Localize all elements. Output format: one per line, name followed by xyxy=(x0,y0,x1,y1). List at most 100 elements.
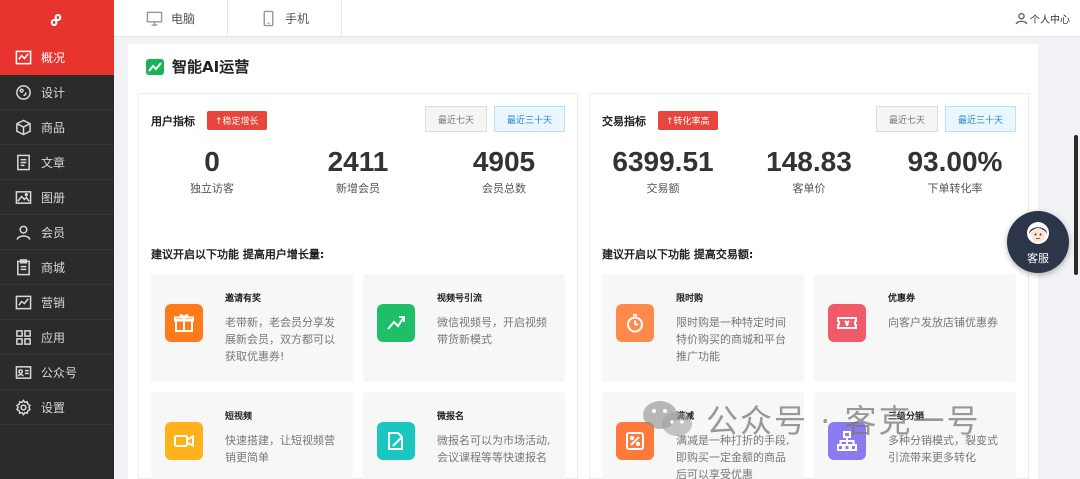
stat-label: 交易额 xyxy=(646,182,680,195)
stats-row: 6399.51 交易额 148.83 客单价 93.00% 下单转化率 xyxy=(590,146,1028,196)
feature-card-short-video[interactable]: 短视频 快速搭建，让短视频营销更简单 xyxy=(151,392,353,479)
panel-title: 交易指标 xyxy=(602,114,646,128)
tab-mobile[interactable]: 手机 xyxy=(228,0,343,37)
tab-desktop[interactable]: 电脑 xyxy=(114,0,229,37)
sidebar-item-label: 概况 xyxy=(41,50,66,65)
stat-new-members: 2411 新增会员 xyxy=(285,146,431,196)
feature-card-coupon[interactable]: 优惠券 向客户发放店铺优惠券 xyxy=(814,274,1016,382)
feature-desc: 老带新，老会员分享发展新会员，双方都可以获取优惠券! xyxy=(225,316,335,363)
gear-icon xyxy=(14,398,32,416)
feature-desc: 多种分销模式，裂变式引流带来更多转化 xyxy=(888,434,998,464)
sidebar-item-label: 会员 xyxy=(41,225,66,240)
feature-card-invite[interactable]: 邀请有奖 老带新，老会员分享发展新会员，双方都可以获取优惠券! xyxy=(151,274,353,382)
cube-icon xyxy=(14,118,32,136)
stat-conversion: 93.00% 下单转化率 xyxy=(882,146,1028,196)
feature-name: 满减 xyxy=(676,412,695,422)
phone-icon xyxy=(263,10,274,26)
document-icon xyxy=(14,153,32,171)
sidebar-item-label: 商城 xyxy=(41,260,66,275)
coupon-icon xyxy=(828,304,866,342)
sidebar-item-label: 图册 xyxy=(41,190,66,205)
clipboard-icon xyxy=(14,258,32,276)
main-content: 智能AI运营 用户指标 ↑稳定增长 最近七天 最近三十天 0 独立访客 2411… xyxy=(128,44,1038,479)
stat-label: 新增会员 xyxy=(335,182,380,195)
sidebar-item-album[interactable]: 图册 xyxy=(0,180,114,215)
stat-label: 独立访客 xyxy=(189,182,234,195)
stat-avg-order: 148.83 客单价 xyxy=(736,146,882,196)
stat-value: 93.00% xyxy=(907,146,1003,177)
sidebar-item-label: 应用 xyxy=(41,330,66,345)
trade-metrics-panel: 交易指标 ↑转化率高 最近七天 最近三十天 6399.51 交易额 148.83… xyxy=(589,93,1029,479)
feature-name: 微报名 xyxy=(437,412,465,422)
gift-icon xyxy=(165,304,203,342)
sidebar-item-design[interactable]: 设计 xyxy=(0,75,114,110)
sidebar-item-label: 商品 xyxy=(41,120,66,135)
sidebar-item-label: 营销 xyxy=(41,295,66,310)
sidebar-item-label: 设置 xyxy=(41,400,66,415)
feature-card-signup[interactable]: 微报名 微报名可以为市场活动,会议课程等等快速报名 xyxy=(363,392,565,479)
stat-value: 4905 xyxy=(472,146,536,177)
panel-header: 交易指标 ↑转化率高 xyxy=(602,111,718,130)
customer-service-avatar-icon xyxy=(1027,221,1049,244)
range-7days-button[interactable]: 最近七天 xyxy=(424,106,487,132)
user-center-label: 个人中心 xyxy=(1030,15,1070,26)
suggest-heading: 建议开启以下功能 提高交易额: xyxy=(602,248,754,261)
trend-icon xyxy=(14,293,32,311)
stat-visitors: 0 独立访客 xyxy=(139,146,285,196)
stat-label: 会员总数 xyxy=(481,182,526,195)
sidebar-item-apps[interactable]: 应用 xyxy=(0,320,114,355)
stopwatch-icon xyxy=(616,304,654,342)
range-30days-button[interactable]: 最近三十天 xyxy=(944,106,1016,132)
feature-desc: 微报名可以为市场活动,会议课程等等快速报名 xyxy=(437,434,551,464)
range-switch: 最近七天 最近三十天 xyxy=(875,106,1016,132)
stat-value: 6399.51 xyxy=(612,146,714,177)
sidebar-item-marketing[interactable]: 营销 xyxy=(0,285,114,320)
feature-card-flash-sale[interactable]: 限时购 限时购是一种特定时间特价购买的商城和平台推广功能 xyxy=(602,274,804,382)
sidebar-item-official-account[interactable]: 公众号 xyxy=(0,355,114,390)
feature-card-video-channel[interactable]: 视频号引流 微信视频号，开启视频带货新模式 xyxy=(363,274,565,382)
range-7days-button[interactable]: 最近七天 xyxy=(875,106,938,132)
customer-service-button[interactable]: 客服 xyxy=(1007,211,1069,273)
grid-icon xyxy=(14,328,32,346)
user-metrics-panel: 用户指标 ↑稳定增长 最近七天 最近三十天 0 独立访客 2411 新增会员 4… xyxy=(138,93,578,479)
user-center-link[interactable]: 个人中心 xyxy=(1015,11,1070,26)
stat-label: 客单价 xyxy=(792,182,826,195)
stat-turnover: 6399.51 交易额 xyxy=(590,146,736,196)
top-bar: 电脑 手机 个人中心 xyxy=(114,0,1080,37)
customer-service-label: 客服 xyxy=(1027,251,1049,265)
status-badge: ↑稳定增长 xyxy=(207,111,267,130)
page-title-text: 智能AI运营 xyxy=(172,58,250,76)
palette-icon xyxy=(14,83,32,101)
scrollbar-thumb[interactable] xyxy=(1074,135,1078,275)
feature-desc: 快速搭建，让短视频营销更简单 xyxy=(225,434,335,464)
stat-value: 148.83 xyxy=(766,146,852,177)
sidebar-item-overview[interactable]: 概况 xyxy=(0,40,114,75)
feature-name: 短视频 xyxy=(225,412,253,422)
stat-label: 下单转化率 xyxy=(927,182,983,195)
feature-name: 优惠券 xyxy=(888,294,916,304)
stat-value: 0 xyxy=(204,146,220,177)
sidebar-item-settings[interactable]: 设置 xyxy=(0,390,114,425)
sidebar-item-mall[interactable]: 商城 xyxy=(0,250,114,285)
feature-card-distribution[interactable]: 三级分销 多种分销模式，裂变式引流带来更多转化 xyxy=(814,392,1016,479)
tab-label: 手机 xyxy=(285,11,310,26)
feature-card-full-reduction[interactable]: 满减 满减是一种打折的手段,即购买一定金额的商品后可以享受优惠 xyxy=(602,392,804,479)
user-icon xyxy=(1015,12,1028,25)
feature-name: 三级分销 xyxy=(888,412,925,422)
feature-desc: 限时购是一种特定时间特价购买的商城和平台推广功能 xyxy=(676,316,786,363)
stats-row: 0 独立访客 2411 新增会员 4905 会员总数 xyxy=(139,146,577,196)
sidebar-item-label: 文章 xyxy=(41,155,66,170)
monitor-icon xyxy=(146,11,163,26)
brand-logo[interactable] xyxy=(0,0,114,40)
status-badge: ↑转化率高 xyxy=(658,111,718,130)
sidebar-item-label: 公众号 xyxy=(41,365,78,380)
stat-total-members: 4905 会员总数 xyxy=(431,146,577,196)
range-30days-button[interactable]: 最近三十天 xyxy=(493,106,565,132)
sidebar-item-goods[interactable]: 商品 xyxy=(0,110,114,145)
sidebar-item-articles[interactable]: 文章 xyxy=(0,145,114,180)
panel-title: 用户指标 xyxy=(151,114,195,128)
range-switch: 最近七天 最近三十天 xyxy=(424,106,565,132)
sidebar: 概况 设计 商品 文章 图册 会员 商城 营销 应用 公众号 设置 xyxy=(0,0,114,479)
sidebar-item-members[interactable]: 会员 xyxy=(0,215,114,250)
feature-desc: 向客户发放店铺优惠券 xyxy=(888,316,998,329)
